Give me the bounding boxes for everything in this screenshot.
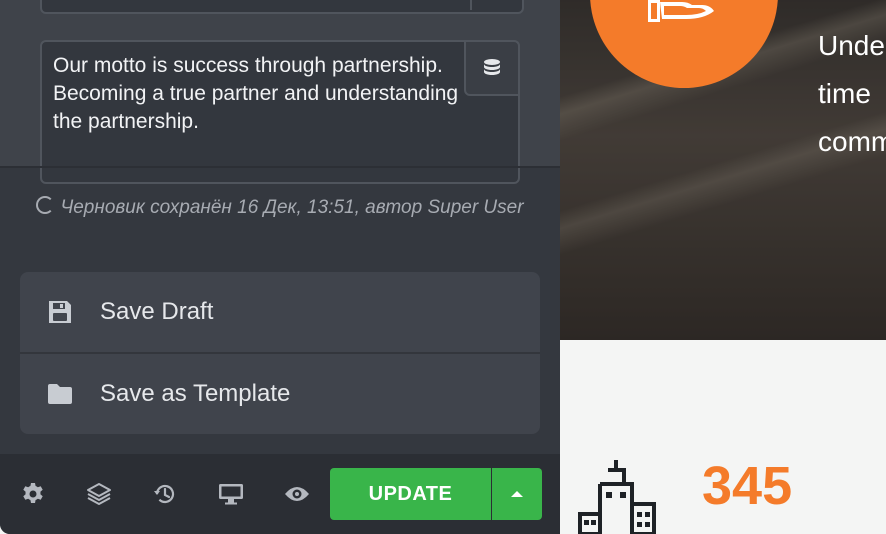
draft-status: Черновик сохранён 16 Дек, 13:51, автор S… bbox=[24, 196, 536, 220]
desktop-icon bbox=[219, 484, 243, 505]
history-button[interactable] bbox=[152, 481, 178, 507]
update-button[interactable]: UPDATE bbox=[330, 468, 491, 520]
history-icon bbox=[154, 484, 175, 504]
section-divider bbox=[0, 166, 560, 168]
draft-status-text: Черновик сохранён 16 Дек, 13:51, автор S… bbox=[60, 197, 524, 218]
hero-line-1: Unde bbox=[818, 30, 885, 61]
hero-line-3: comm bbox=[818, 126, 886, 157]
gear-icon bbox=[23, 483, 43, 503]
save-options-menu: Save Draft Save as Template bbox=[20, 272, 540, 434]
layers-icon bbox=[87, 483, 111, 505]
dynamic-tags-button[interactable] bbox=[464, 40, 520, 96]
editor-controls-area: Our motto is success through partnership… bbox=[0, 0, 560, 184]
preview-button[interactable] bbox=[284, 481, 310, 507]
caret-up-icon bbox=[511, 491, 523, 497]
stats-section: 345 bbox=[560, 340, 886, 534]
save-draft-label: Save Draft bbox=[100, 298, 214, 325]
spinner-icon bbox=[36, 196, 55, 214]
previous-field[interactable] bbox=[40, 0, 524, 14]
save-draft-button[interactable]: Save Draft bbox=[20, 272, 540, 354]
responsive-mode-button[interactable] bbox=[218, 481, 244, 507]
page-preview: Unde time comm 345 bbox=[560, 0, 886, 534]
description-text[interactable]: Our motto is success through partnership… bbox=[53, 52, 473, 136]
hero-line-2: time bbox=[818, 78, 871, 109]
hero-text: Unde time comm bbox=[818, 22, 886, 166]
settings-button[interactable] bbox=[20, 481, 46, 507]
database-icon bbox=[484, 59, 500, 75]
save-as-template-label: Save as Template bbox=[100, 380, 291, 407]
floppy-disk-icon bbox=[49, 301, 71, 323]
handshake-icon bbox=[648, 0, 714, 22]
stat-counter: 345 bbox=[702, 456, 793, 516]
city-buildings-icon bbox=[578, 460, 656, 534]
save-options-toggle[interactable] bbox=[492, 468, 542, 520]
previous-field-button[interactable] bbox=[470, 0, 524, 10]
folder-icon bbox=[48, 384, 72, 404]
save-as-template-button[interactable]: Save as Template bbox=[20, 354, 540, 434]
description-textarea[interactable]: Our motto is success through partnership… bbox=[40, 40, 520, 184]
editor-panel: Our motto is success through partnership… bbox=[0, 0, 560, 534]
eye-icon bbox=[285, 487, 309, 501]
navigator-button[interactable] bbox=[86, 481, 112, 507]
hero-section: Unde time comm bbox=[560, 0, 886, 340]
